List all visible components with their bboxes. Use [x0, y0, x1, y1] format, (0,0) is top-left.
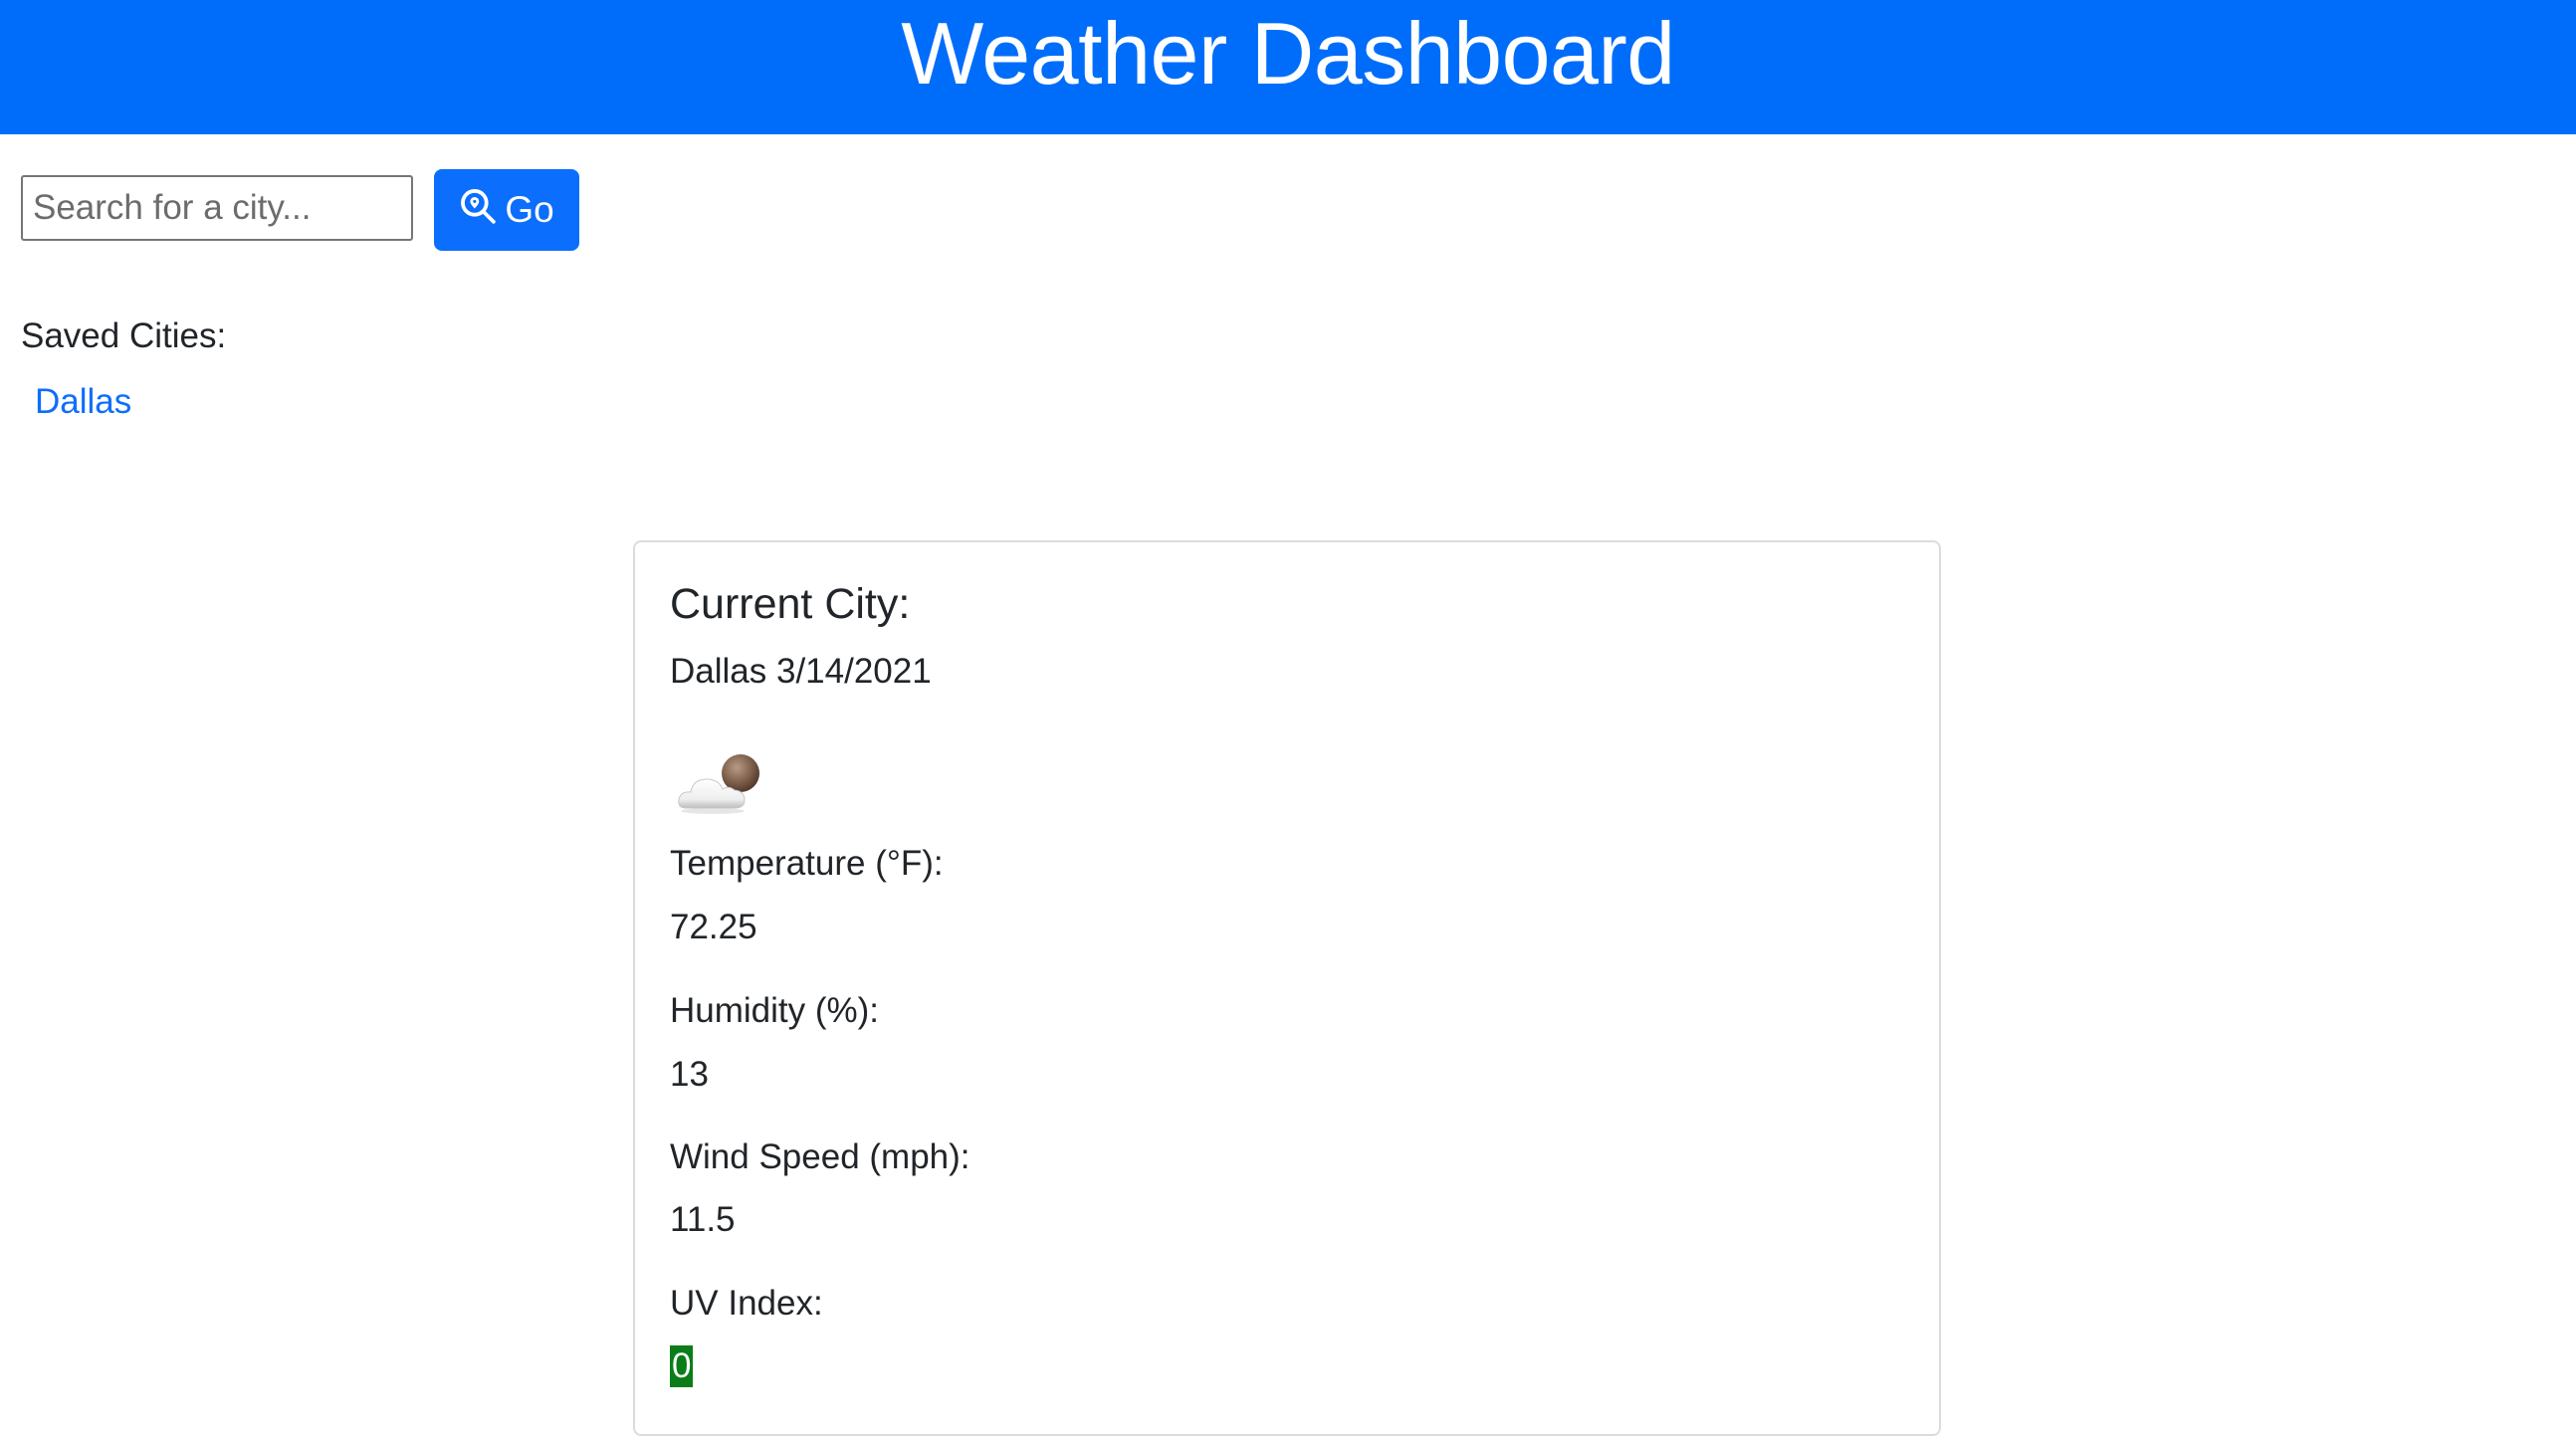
current-city-heading: Current City: [670, 580, 911, 628]
temperature-value: 72.25 [670, 908, 757, 946]
city-date: Dallas 3/14/2021 [670, 652, 932, 691]
uv-index-label: UV Index: [670, 1284, 823, 1323]
wind-speed-value: 11.5 [670, 1200, 736, 1239]
search-location-icon [459, 187, 497, 234]
wind-speed-label: Wind Speed (mph): [670, 1137, 970, 1176]
saved-cities-label: Saved Cities: [21, 316, 227, 355]
current-weather-card: Current City: Dallas 3/14/2021 Temperatu… [633, 540, 1941, 1436]
temperature-label: Temperature (°F): [670, 844, 944, 883]
page-header: Weather Dashboard [0, 0, 2576, 134]
go-button[interactable]: Go [434, 169, 579, 251]
go-button-label: Go [505, 189, 554, 230]
saved-city-dallas[interactable]: Dallas [35, 382, 131, 422]
cloudy-night-icon [677, 753, 766, 819]
page-title: Weather Dashboard [901, 3, 1675, 103]
humidity-value: 13 [670, 1055, 709, 1094]
city-search-input[interactable] [21, 175, 413, 241]
humidity-label: Humidity (%): [670, 991, 880, 1030]
uv-index-badge: 0 [670, 1345, 694, 1387]
